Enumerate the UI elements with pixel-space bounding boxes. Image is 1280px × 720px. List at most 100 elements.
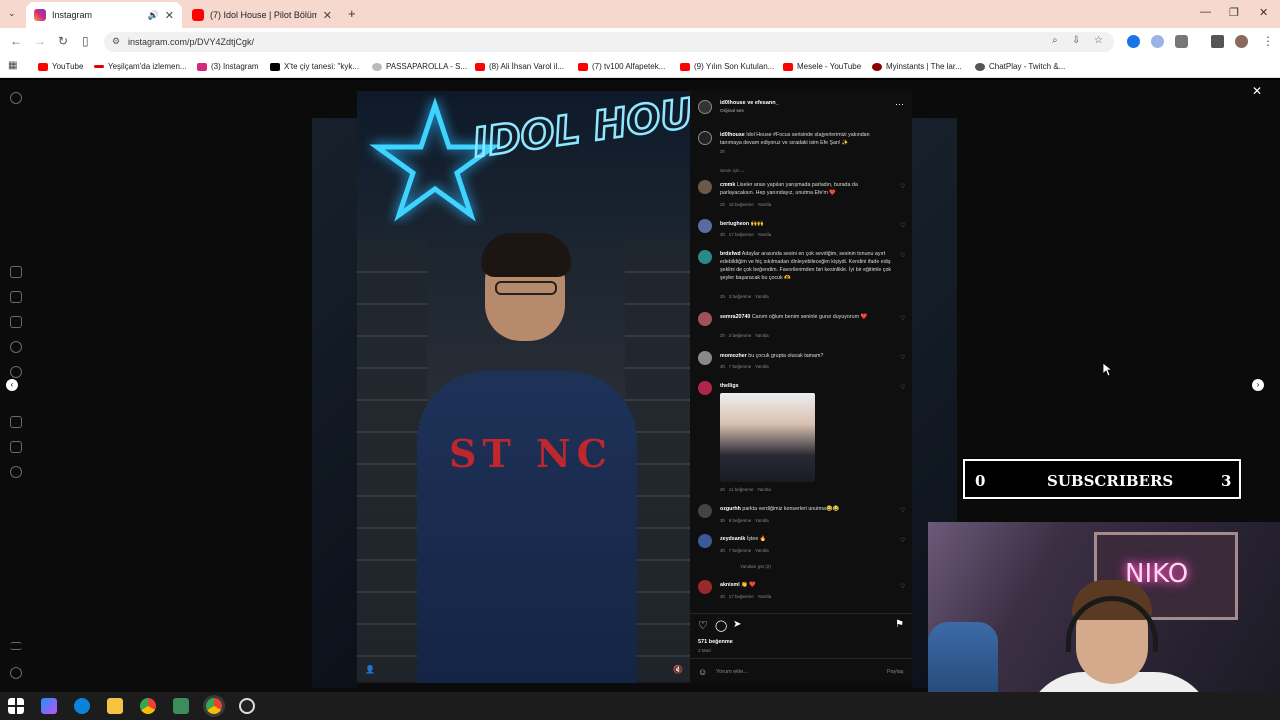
profile-avatar[interactable] (1235, 35, 1248, 48)
reply-button[interactable]: Yanıtla (757, 594, 771, 599)
comment-user[interactable]: cmmk (720, 182, 735, 188)
like-heart-icon[interactable]: ♡ (900, 537, 905, 544)
site-info-icon[interactable]: ⚙ (112, 36, 120, 47)
tag-user-icon[interactable]: 👤 (365, 665, 375, 674)
send-icon[interactable] (10, 316, 22, 328)
comment-likes[interactable]: 11 beğenme (729, 487, 754, 492)
comment-likes[interactable]: 18 beğenme (729, 202, 754, 207)
avatar[interactable] (698, 351, 712, 365)
reply-button[interactable]: Yanıtla (757, 487, 771, 492)
reply-button[interactable]: Yanıtla (755, 333, 769, 338)
bookmark-item[interactable]: (9) Yılın Son Kutulan... (680, 62, 774, 71)
comment-likes[interactable]: 2 beğenme (729, 333, 752, 338)
speaker-icon[interactable]: 🔊 (148, 10, 159, 21)
tab-list-icon[interactable]: ⌄ (8, 8, 16, 19)
omnibox[interactable]: ⚙ instagram.com/p/DVY4ZdtjCgk/ ⌕ ⇩ ☆ (104, 32, 1114, 52)
edge-icon[interactable] (74, 698, 90, 714)
media-icon[interactable] (1211, 35, 1224, 48)
comment-likes[interactable]: 7 beğenme (729, 364, 752, 369)
like-heart-icon[interactable]: ♡ (900, 183, 905, 190)
view-replies-button[interactable]: Yanıtları gör (2) (740, 564, 771, 569)
reply-button[interactable]: Yanıtla (757, 232, 771, 237)
more-menu-icon[interactable] (10, 642, 22, 650)
avatar[interactable] (698, 100, 712, 114)
comment-user[interactable]: brdsfwd (720, 251, 741, 257)
new-tab-icon[interactable]: + (348, 6, 356, 21)
comment-user[interactable]: momozher (720, 353, 747, 359)
comment-user[interactable]: aknisml (720, 582, 740, 588)
like-heart-icon[interactable]: ♡ (900, 315, 905, 322)
comment-input[interactable]: Yorum ekle... (716, 669, 748, 675)
bookmark-item[interactable]: Myinstants | The lar... (872, 62, 962, 71)
install-icon[interactable]: ⇩ (1072, 35, 1080, 46)
sort-dropdown[interactable]: Senin için ⌄ (720, 168, 745, 174)
comment-icon[interactable]: ◯ (715, 619, 727, 632)
bookmark-item[interactable]: Yeşilçam'da izlemen... (94, 62, 187, 71)
home-icon[interactable] (10, 266, 22, 278)
bookmark-item[interactable]: X'te çiy tanesi: "kyk... (270, 62, 359, 71)
avatar[interactable] (698, 534, 712, 548)
share-icon[interactable]: ➤ (733, 619, 741, 630)
extension-icon[interactable] (1151, 35, 1164, 48)
close-tab-icon[interactable]: ✕ (323, 9, 332, 22)
caption-user[interactable]: id0lhouse (720, 132, 745, 138)
restore-icon[interactable]: ❐ (1229, 6, 1239, 19)
minimize-icon[interactable]: — (1200, 6, 1211, 18)
chrome-icon[interactable] (140, 698, 156, 714)
explore-icon[interactable] (10, 366, 22, 378)
comment-image[interactable] (720, 393, 815, 482)
like-heart-icon[interactable]: ♡ (900, 583, 905, 590)
like-heart-icon[interactable]: ♡ (900, 507, 905, 514)
bookmark-item[interactable]: PASSAPAROLLA - S... (372, 62, 467, 71)
file-explorer-icon[interactable] (107, 698, 123, 714)
reply-button[interactable]: Yanıtla (755, 294, 769, 299)
bookmark-item[interactable]: (3) Instagram (197, 62, 259, 71)
chrome-active-icon[interactable] (206, 698, 222, 714)
zoom-icon[interactable]: ⌕ (1052, 35, 1058, 46)
more-options-icon[interactable]: ⋯ (895, 99, 904, 110)
meta-icon[interactable] (10, 667, 22, 679)
comment-user[interactable]: bertugheon (720, 221, 749, 227)
avatar[interactable] (698, 504, 712, 518)
bookmark-item[interactable]: (7) tv100 Alfapetek... (578, 62, 665, 71)
apps-grid-icon[interactable]: ▦ (8, 60, 17, 71)
copilot-icon[interactable] (41, 698, 57, 714)
avatar[interactable] (698, 580, 712, 594)
comment-likes[interactable]: 17 beğenme (729, 232, 754, 237)
like-heart-icon[interactable]: ♡ (900, 222, 905, 229)
search-icon[interactable] (10, 341, 22, 353)
avatar[interactable] (698, 250, 712, 264)
comment-likes[interactable]: 7 beğenme (729, 548, 752, 553)
reels-icon[interactable] (10, 291, 22, 303)
like-heart-icon[interactable]: ♡ (900, 354, 905, 361)
post-video[interactable]: IDOL HOUSE ST NC 👤 🔇 (357, 91, 690, 683)
avatar[interactable] (698, 131, 712, 145)
mute-icon[interactable]: 🔇 (673, 665, 683, 674)
emoji-icon[interactable]: ☺ (698, 667, 707, 677)
previous-post-icon[interactable]: ‹ (6, 379, 18, 391)
avatar[interactable] (698, 381, 712, 395)
menu-icon[interactable]: ⋮ (1262, 34, 1274, 48)
close-tab-icon[interactable]: ✕ (165, 9, 174, 22)
avatar[interactable] (698, 180, 712, 194)
reply-button[interactable]: Yanıtla (755, 548, 769, 553)
like-icon[interactable]: ♡ (698, 619, 708, 632)
reply-button[interactable]: Yanıtla (755, 518, 769, 523)
close-post-icon[interactable]: ✕ (1252, 84, 1262, 98)
close-window-icon[interactable]: ✕ (1259, 6, 1268, 19)
url-text[interactable]: instagram.com/p/DVY4ZdtjCgk/ (128, 37, 254, 47)
bookmark-item[interactable]: Mesele - YouTube (783, 62, 861, 71)
like-count[interactable]: 571 beğenme (698, 639, 733, 645)
like-heart-icon[interactable]: ♡ (900, 252, 905, 259)
reply-button[interactable]: Yanıtla (755, 364, 769, 369)
bookmark-item[interactable]: YouTube (38, 62, 83, 71)
extensions-puzzle-icon[interactable] (1175, 35, 1188, 48)
forward-icon[interactable]: → (34, 34, 46, 48)
reload-icon[interactable]: ↻ (58, 34, 68, 48)
create-icon[interactable] (10, 416, 22, 428)
save-icon[interactable]: ⚑ (895, 619, 904, 630)
store-icon[interactable] (173, 698, 189, 714)
bookmark-star-icon[interactable]: ☆ (1094, 35, 1103, 46)
like-heart-icon[interactable]: ♡ (900, 384, 905, 391)
extension-icon[interactable] (1127, 35, 1140, 48)
